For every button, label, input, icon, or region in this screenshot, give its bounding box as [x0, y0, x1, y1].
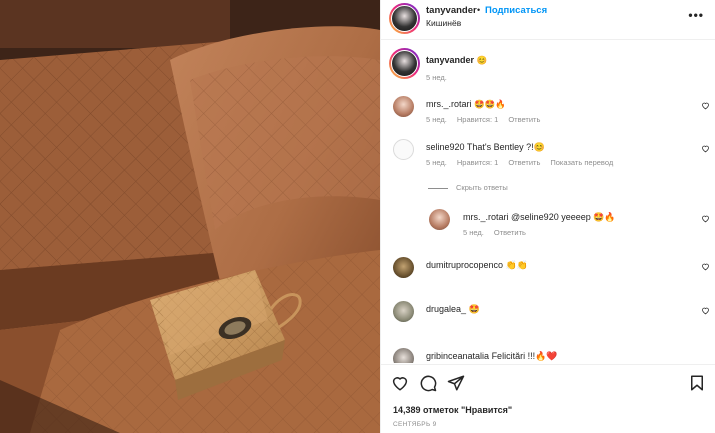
like-comment-icon[interactable]: [701, 101, 710, 110]
comment-text: 🤩: [468, 304, 480, 314]
comment-item: gribinceanatalia Felicitări !!!🔥❤️: [381, 345, 715, 363]
likes-count[interactable]: 14,389 отметок "Нравится": [393, 405, 512, 415]
comment-text: 👏👏: [505, 260, 528, 270]
commenter-avatar[interactable]: [393, 348, 414, 363]
comment-time[interactable]: 5 нед.: [426, 158, 447, 167]
comment-time[interactable]: 5 нед.: [463, 228, 484, 237]
like-comment-icon[interactable]: [701, 306, 710, 315]
comment-text: @seline920 yeeeep 🤩🔥: [511, 212, 616, 222]
comment-text: 🤩🤩🔥: [474, 99, 506, 109]
comment-username[interactable]: dumitruprocopenco: [426, 260, 503, 270]
comment-username[interactable]: mrs._.rotari: [463, 212, 509, 222]
comment-item: dumitruprocopenco 👏👏: [381, 254, 715, 282]
commenter-avatar[interactable]: [393, 301, 414, 322]
caption-username[interactable]: tanyvander: [426, 55, 474, 65]
leather-seat-image: [0, 0, 380, 433]
post-photo[interactable]: [0, 0, 380, 433]
like-icon[interactable]: [391, 374, 409, 392]
like-comment-icon[interactable]: [701, 214, 710, 223]
comment-likes[interactable]: Нравится: 1: [457, 158, 498, 167]
comment-username[interactable]: drugalea_: [426, 304, 466, 314]
post-actions: 14,389 отметок "Нравится" СЕНТЯБРЬ 9: [381, 364, 715, 433]
reply-button[interactable]: Ответить: [508, 115, 540, 124]
comment-time[interactable]: 5 нед.: [426, 115, 447, 124]
comment-text: That's Bentley ?!😊: [466, 142, 545, 152]
caption-text: 😊: [476, 55, 488, 65]
commenter-avatar[interactable]: [429, 209, 450, 230]
follow-button[interactable]: Подписаться: [485, 5, 547, 16]
caption: tanyvander 😊 5 нед.: [381, 46, 715, 86]
caption-time[interactable]: 5 нед.: [426, 73, 447, 82]
comment-icon[interactable]: [419, 374, 437, 392]
comment-item: seline920 That's Bentley ?!😊 5 нед. Нрави…: [381, 136, 715, 206]
like-comment-icon[interactable]: [701, 144, 710, 153]
post-header: tanyvander • Подписаться Кишинёв •••: [381, 0, 715, 40]
translate-button[interactable]: Показать перевод: [550, 158, 613, 167]
location-link[interactable]: Кишинёв: [426, 18, 461, 28]
save-icon[interactable]: [688, 374, 706, 392]
commenter-avatar[interactable]: [393, 139, 414, 160]
separator-dot: •: [477, 5, 481, 15]
hide-replies-button[interactable]: Скрыть ответы: [456, 183, 508, 192]
more-options-icon[interactable]: •••: [688, 8, 704, 22]
post-panel: tanyvander • Подписаться Кишинёв ••• tan…: [380, 0, 715, 433]
reply-item: mrs._.rotari @seline920 yeeeep 🤩🔥 5 нед.…: [381, 206, 715, 242]
reply-button[interactable]: Ответить: [508, 158, 540, 167]
comment-username[interactable]: mrs._.rotari: [426, 99, 472, 109]
author-username[interactable]: tanyvander: [426, 5, 477, 16]
comment-username[interactable]: gribinceanatalia: [426, 351, 489, 361]
post-date[interactable]: СЕНТЯБРЬ 9: [393, 421, 437, 428]
reply-button[interactable]: Ответить: [494, 228, 526, 237]
commenter-avatar[interactable]: [393, 257, 414, 278]
comment-item: mrs._.rotari 🤩🤩🔥 5 нед. Нравится: 1 Ответи…: [381, 93, 715, 129]
comments-list[interactable]: tanyvander 😊 5 нед. mrs._.rotari 🤩🤩🔥 5 н…: [381, 41, 715, 363]
caption-avatar[interactable]: [389, 48, 420, 79]
author-avatar[interactable]: [389, 3, 420, 34]
replies-divider: [428, 188, 448, 189]
share-icon[interactable]: [447, 374, 465, 392]
comment-username[interactable]: seline920: [426, 142, 465, 152]
commenter-avatar[interactable]: [393, 96, 414, 117]
comment-text: Felicitări !!!🔥❤️: [491, 351, 558, 361]
comment-likes[interactable]: Нравится: 1: [457, 115, 498, 124]
like-comment-icon[interactable]: [701, 262, 710, 271]
comment-item: drugalea_ 🤩: [381, 298, 715, 326]
